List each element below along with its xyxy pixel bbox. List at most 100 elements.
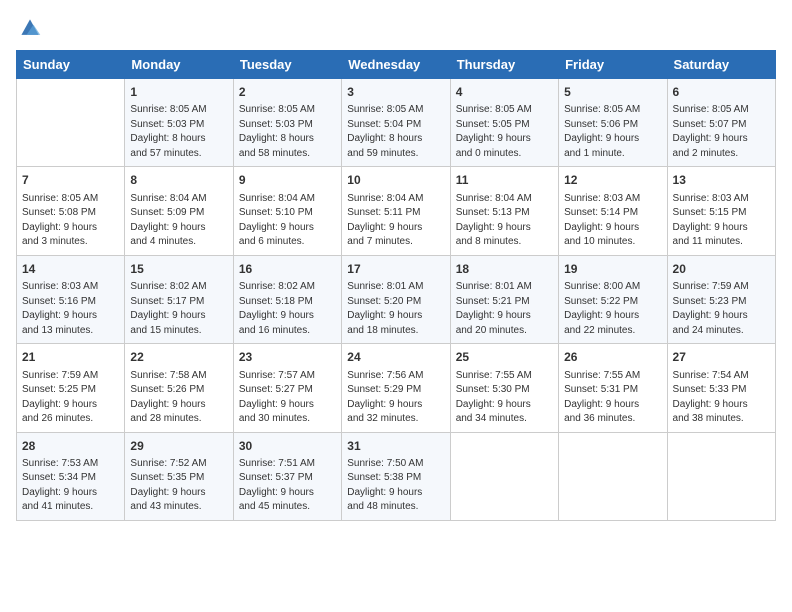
day-cell: 6Sunrise: 8:05 AMSunset: 5:07 PMDaylight… <box>667 79 775 167</box>
day-info-line: and 26 minutes. <box>22 412 119 427</box>
day-info-line: Daylight: 9 hours <box>22 486 119 501</box>
day-cell: 27 Sunrise: 7:54 AMSunset: 5:33 PMDayligh… <box>667 344 775 432</box>
day-info-line: Daylight: 9 hours <box>22 398 119 413</box>
day-info-line: and 3 minutes. <box>22 235 119 250</box>
day-info-line: Sunrise: 8:01 AM <box>347 280 444 295</box>
day-info-line: Sunrise: 8:05 AM <box>347 103 444 118</box>
day-info-line: and 41 minutes. <box>22 500 119 515</box>
day-info-line: Daylight: 9 hours <box>347 221 444 236</box>
day-info-line: Sunrise: 7:55 AM <box>456 369 553 384</box>
day-info-line: Daylight: 9 hours <box>130 309 227 324</box>
day-number: 19 <box>564 261 661 278</box>
day-info-line: Sunrise: 7:50 AM <box>347 457 444 472</box>
day-info-line: Sunset: 5:31 PM <box>564 383 661 398</box>
day-info-line: Daylight: 9 hours <box>347 398 444 413</box>
day-info-line: Sunrise: 8:02 AM <box>130 280 227 295</box>
day-info-line: Sunrise: 7:51 AM <box>239 457 336 472</box>
day-cell: 24Sunrise: 7:56 AMSunset: 5:29 PMDayligh… <box>342 344 450 432</box>
day-info-line: Daylight: 9 hours <box>22 309 119 324</box>
day-info-line: Sunrise: 8:04 AM <box>130 192 227 207</box>
day-number: 1 <box>130 84 227 101</box>
day-info-line: Daylight: 9 hours <box>564 398 661 413</box>
day-number: 23 <box>239 349 336 366</box>
day-cell: 15Sunrise: 8:02 AMSunset: 5:17 PMDayligh… <box>125 255 233 343</box>
day-info-line: and 43 minutes. <box>130 500 227 515</box>
day-cell: 12Sunrise: 8:03 AMSunset: 5:14 PMDayligh… <box>559 167 667 255</box>
day-cell: 30Sunrise: 7:51 AMSunset: 5:37 PMDayligh… <box>233 432 341 520</box>
day-cell <box>17 79 125 167</box>
day-number: 10 <box>347 172 444 189</box>
day-info-line: Sunrise: 8:05 AM <box>564 103 661 118</box>
day-number: 21 <box>22 349 119 366</box>
day-info-line: and 38 minutes. <box>673 412 770 427</box>
day-number: 20 <box>673 261 770 278</box>
day-info-line: Sunrise: 8:03 AM <box>22 280 119 295</box>
day-cell: 8Sunrise: 8:04 AMSunset: 5:09 PMDaylight… <box>125 167 233 255</box>
day-info-line: Sunrise: 7:57 AM <box>239 369 336 384</box>
day-info-line: Sunset: 5:33 PM <box>673 383 770 398</box>
day-info-line: and 1 minute. <box>564 147 661 162</box>
day-info-line: Sunrise: 8:04 AM <box>239 192 336 207</box>
day-info-line: Sunset: 5:26 PM <box>130 383 227 398</box>
day-info-line: Sunrise: 8:04 AM <box>347 192 444 207</box>
day-number: 16 <box>239 261 336 278</box>
day-info-line: Sunrise: 7:52 AM <box>130 457 227 472</box>
header-cell-tuesday: Tuesday <box>233 51 341 79</box>
day-cell: 28Sunrise: 7:53 AMSunset: 5:34 PMDayligh… <box>17 432 125 520</box>
day-cell: 4Sunrise: 8:05 AMSunset: 5:05 PMDaylight… <box>450 79 558 167</box>
header-row: SundayMondayTuesdayWednesdayThursdayFrid… <box>17 51 776 79</box>
day-cell <box>559 432 667 520</box>
day-info-line: Sunset: 5:03 PM <box>239 118 336 133</box>
day-info-line: Sunset: 5:09 PM <box>130 206 227 221</box>
day-info-line: Sunset: 5:18 PM <box>239 295 336 310</box>
day-cell: 3Sunrise: 8:05 AMSunset: 5:04 PMDaylight… <box>342 79 450 167</box>
day-info-line: Sunset: 5:21 PM <box>456 295 553 310</box>
day-info-line: Daylight: 9 hours <box>130 221 227 236</box>
day-info-line: Sunrise: 8:05 AM <box>239 103 336 118</box>
day-info-line: Sunset: 5:04 PM <box>347 118 444 133</box>
day-cell: 25Sunrise: 7:55 AMSunset: 5:30 PMDayligh… <box>450 344 558 432</box>
header-cell-friday: Friday <box>559 51 667 79</box>
day-cell: 17Sunrise: 8:01 AMSunset: 5:20 PMDayligh… <box>342 255 450 343</box>
logo-icon <box>18 16 42 40</box>
day-info-line: Daylight: 9 hours <box>673 398 770 413</box>
day-info-line: Daylight: 9 hours <box>130 486 227 501</box>
day-info-line: Daylight: 9 hours <box>239 221 336 236</box>
week-row-0: 1Sunrise: 8:05 AMSunset: 5:03 PMDaylight… <box>17 79 776 167</box>
day-info-line: and 32 minutes. <box>347 412 444 427</box>
day-cell: 23Sunrise: 7:57 AMSunset: 5:27 PMDayligh… <box>233 344 341 432</box>
day-info-line: and 13 minutes. <box>22 324 119 339</box>
day-number: 25 <box>456 349 553 366</box>
day-info-line: Sunrise: 7:59 AM <box>673 280 770 295</box>
week-row-1: 7Sunrise: 8:05 AMSunset: 5:08 PMDaylight… <box>17 167 776 255</box>
day-info-line: Daylight: 9 hours <box>673 221 770 236</box>
day-info-line: Sunset: 5:35 PM <box>130 471 227 486</box>
day-info-line: and 8 minutes. <box>456 235 553 250</box>
day-number: 22 <box>130 349 227 366</box>
day-number: 4 <box>456 84 553 101</box>
day-number: 7 <box>22 172 119 189</box>
day-number: 2 <box>239 84 336 101</box>
day-info-line: Sunrise: 7:54 AM <box>673 369 770 384</box>
day-info-line: Sunset: 5:06 PM <box>564 118 661 133</box>
day-number: 24 <box>347 349 444 366</box>
day-info-line: Daylight: 8 hours <box>347 132 444 147</box>
day-info-line: Sunset: 5:16 PM <box>22 295 119 310</box>
day-info-line: Sunrise: 8:05 AM <box>456 103 553 118</box>
day-info-line: Daylight: 9 hours <box>564 132 661 147</box>
day-info-line: and 59 minutes. <box>347 147 444 162</box>
day-cell: 16Sunrise: 8:02 AMSunset: 5:18 PMDayligh… <box>233 255 341 343</box>
week-row-2: 14Sunrise: 8:03 AMSunset: 5:16 PMDayligh… <box>17 255 776 343</box>
day-number: 15 <box>130 261 227 278</box>
day-number: 11 <box>456 172 553 189</box>
calendar-table: SundayMondayTuesdayWednesdayThursdayFrid… <box>16 50 776 521</box>
day-info-line: Daylight: 9 hours <box>673 132 770 147</box>
day-info-line: Sunset: 5:34 PM <box>22 471 119 486</box>
day-info-line: Sunset: 5:38 PM <box>347 471 444 486</box>
header-cell-wednesday: Wednesday <box>342 51 450 79</box>
day-number: 12 <box>564 172 661 189</box>
day-info-line: Daylight: 9 hours <box>239 486 336 501</box>
day-info-line: and 45 minutes. <box>239 500 336 515</box>
day-info-line: and 11 minutes. <box>673 235 770 250</box>
day-number: 27 <box>673 349 770 366</box>
